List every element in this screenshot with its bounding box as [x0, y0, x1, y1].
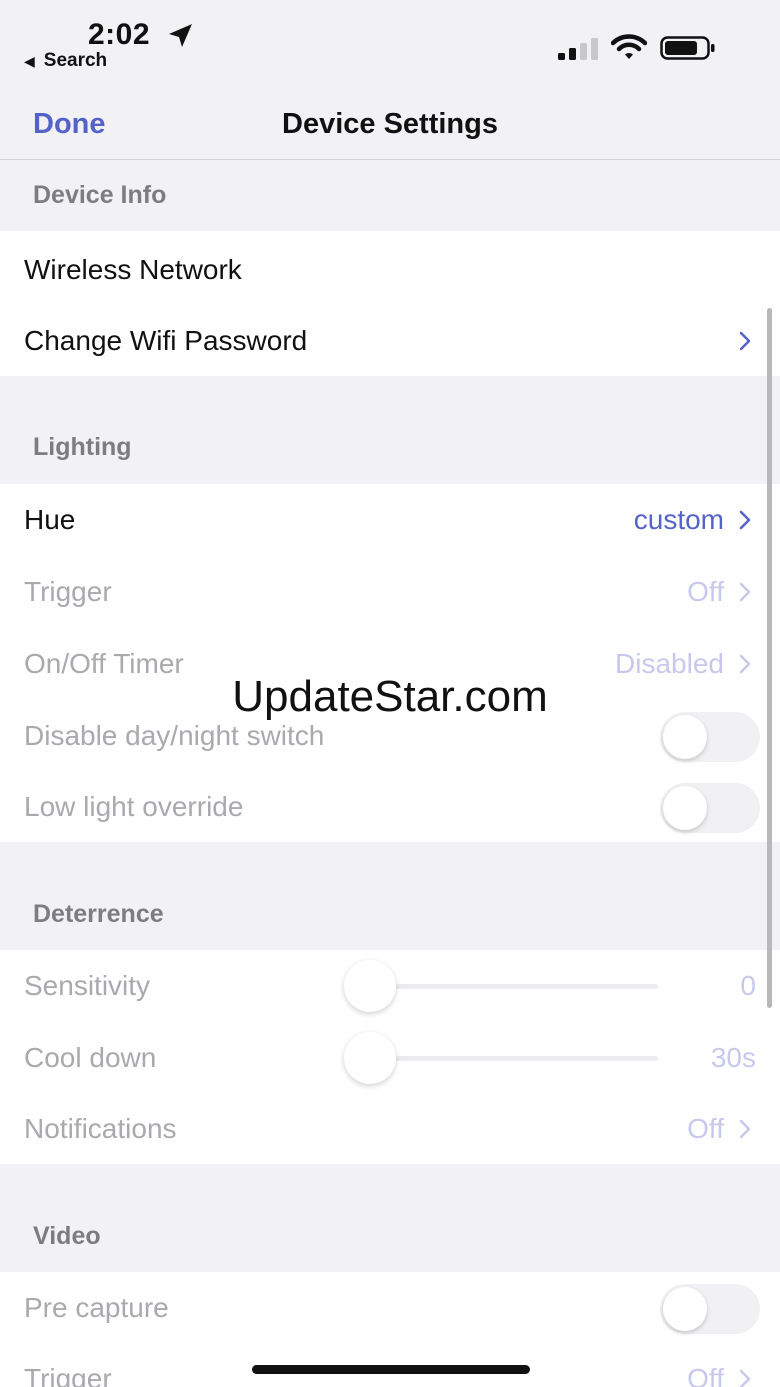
- pre-capture-toggle[interactable]: [660, 1284, 760, 1334]
- wifi-icon: [611, 34, 647, 59]
- row-label: Hue: [24, 504, 76, 535]
- section-header-device-info: Device Info: [0, 161, 780, 231]
- chevron-right-icon: [739, 331, 751, 351]
- row-accessory: Off: [687, 1343, 752, 1387]
- status-bar: 2:02 ◀ Search: [0, 0, 780, 80]
- cellular-signal-icon: [558, 38, 598, 60]
- section-header-lighting: Lighting: [0, 376, 780, 484]
- back-app-label: Search: [43, 50, 108, 71]
- row-accessory: custom: [634, 484, 752, 556]
- back-to-search-button[interactable]: ◀ Search: [24, 50, 107, 72]
- back-triangle-icon: ◀: [24, 52, 35, 69]
- location-arrow-icon: [169, 24, 192, 47]
- lighting-group: Hue custom Trigger Off On/Off Timer Disa…: [0, 484, 780, 842]
- chevron-right-icon: [739, 1369, 751, 1387]
- cool-down-slider-knob[interactable]: [344, 1032, 396, 1084]
- cool-down-value: 30s: [710, 1042, 756, 1073]
- sensitivity-slider-knob[interactable]: [344, 960, 396, 1012]
- navigation-bar: Device Settings Done: [0, 80, 780, 160]
- page-title: Device Settings: [282, 108, 498, 140]
- section-header-deterrence: Deterrence: [0, 842, 780, 950]
- row-label: Trigger: [24, 1363, 112, 1387]
- done-button[interactable]: Done: [33, 108, 106, 141]
- row-label: Notifications: [24, 1113, 177, 1144]
- notifications-row[interactable]: Notifications Off: [0, 1093, 780, 1165]
- row-label: Trigger: [24, 576, 112, 607]
- row-label: Wireless Network: [24, 254, 242, 285]
- chevron-right-icon: [739, 1119, 751, 1139]
- wireless-network-row[interactable]: Wireless Network: [0, 234, 780, 306]
- row-label: Low light override: [24, 791, 244, 822]
- watermark-text: UpdateStar.com: [232, 672, 548, 721]
- pre-capture-row: Pre capture: [0, 1272, 780, 1344]
- battery-icon: [660, 36, 715, 60]
- chevron-right-icon: [739, 582, 751, 602]
- status-time: 2:02: [88, 18, 151, 51]
- home-indicator[interactable]: [252, 1365, 530, 1374]
- section-title: Video: [33, 1222, 101, 1250]
- row-accessory: Off: [687, 556, 752, 628]
- low-light-override-row: Low light override: [0, 771, 780, 843]
- device-info-group: Wireless Network Change Wifi Password: [0, 231, 780, 376]
- section-title: Lighting: [33, 433, 132, 461]
- sensitivity-row: Sensitivity 0: [0, 950, 780, 1022]
- chevron-right-icon: [739, 510, 751, 530]
- toggle-knob: [663, 1287, 707, 1331]
- cool-down-slider[interactable]: [370, 1056, 658, 1061]
- row-accessory: [738, 305, 752, 377]
- row-label: Pre capture: [24, 1292, 169, 1323]
- low-light-override-toggle[interactable]: [660, 783, 760, 833]
- lighting-trigger-row[interactable]: Trigger Off: [0, 556, 780, 628]
- row-label: Cool down: [24, 1042, 157, 1073]
- trigger-value: Off: [687, 576, 724, 607]
- sensitivity-slider[interactable]: [370, 984, 658, 989]
- hue-value: custom: [633, 504, 724, 535]
- video-trigger-value: Off: [687, 1363, 724, 1387]
- deterrence-group: Sensitivity 0 Cool down 30s Notification…: [0, 950, 780, 1164]
- row-label: Change Wifi Password: [24, 325, 308, 356]
- cool-down-row: Cool down 30s: [0, 1022, 780, 1094]
- scroll-indicator[interactable]: [767, 308, 772, 1008]
- change-wifi-password-row[interactable]: Change Wifi Password: [0, 305, 780, 377]
- section-header-video: Video: [0, 1164, 780, 1272]
- section-title: Device Info: [33, 181, 167, 209]
- row-label: Sensitivity: [24, 970, 151, 1001]
- section-title: Deterrence: [33, 900, 164, 928]
- toggle-knob: [663, 786, 707, 830]
- sensitivity-value: 0: [740, 970, 756, 1001]
- notifications-value: Off: [687, 1113, 724, 1144]
- hue-row[interactable]: Hue custom: [0, 484, 780, 556]
- row-accessory: Off: [687, 1093, 752, 1165]
